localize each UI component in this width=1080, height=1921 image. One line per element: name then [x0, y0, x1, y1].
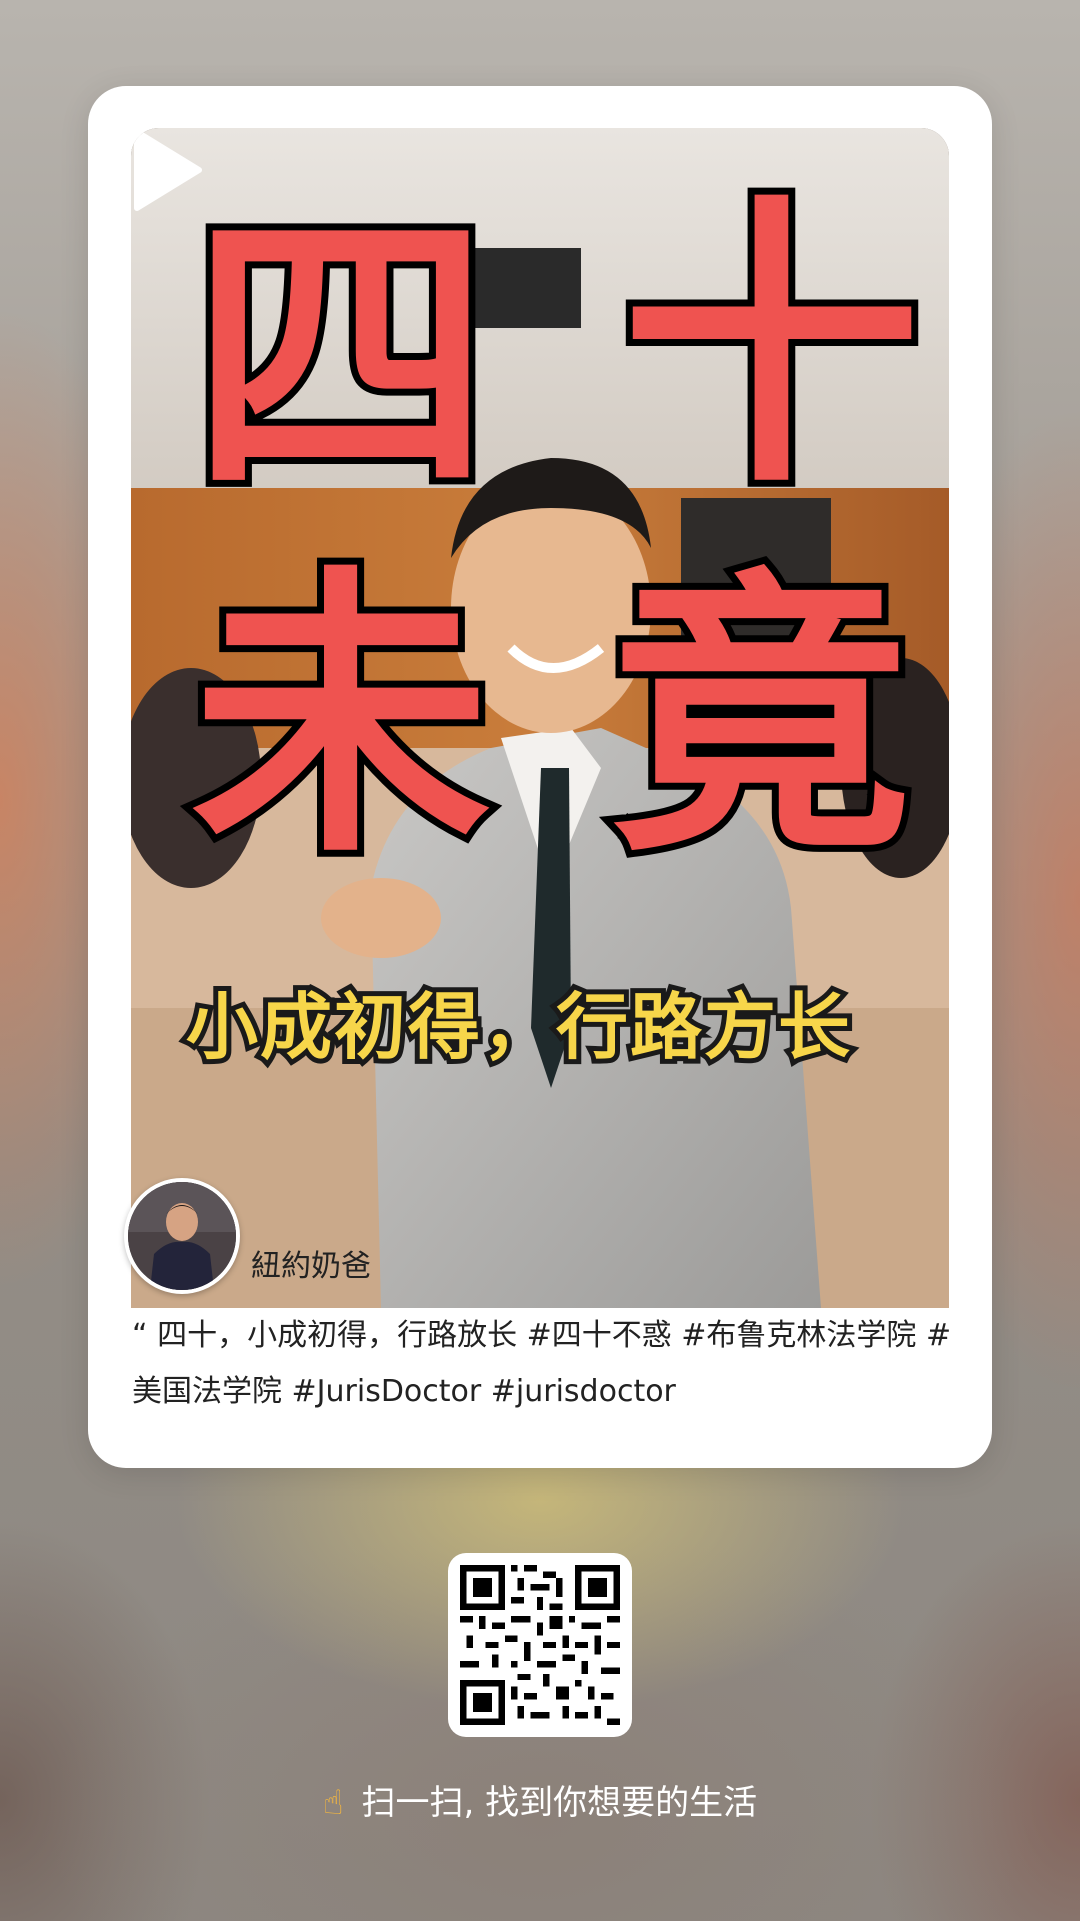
cover-char-4: 竟 — [604, 543, 918, 892]
avatar-image — [128, 1182, 236, 1290]
post-description: “ 四十，小成初得，行路放长 #四十不惑 #布鲁克林法学院 #美国法学院 #Ju… — [132, 1318, 952, 1409]
avatar[interactable] — [124, 1178, 240, 1294]
cover-char-2: 十 — [614, 173, 928, 522]
cover-subtitle: 小成初得，行路方长 — [181, 980, 855, 1074]
video-cover[interactable]: 四 十 未 竟 小成初得，行路方长 — [131, 128, 949, 1308]
share-card[interactable]: 四 十 未 竟 小成初得，行路方长 紐約奶爸 “ 四十，小成初得，行路放长 #四… — [88, 86, 992, 1468]
play-icon[interactable] — [131, 128, 203, 212]
scan-hint: ☝ 扫一扫, 找到你想要的生活 — [0, 1775, 1080, 1824]
qr-code[interactable] — [448, 1553, 632, 1737]
scan-hint-text: 扫一扫, 找到你想要的生活 — [361, 1783, 758, 1823]
qr-code-icon — [460, 1565, 620, 1725]
author-name[interactable]: 紐約奶爸 — [251, 1241, 371, 1285]
cover-char-1: 四 — [184, 183, 498, 532]
cover-char-3: 未 — [184, 543, 498, 892]
pointing-hand-icon: ☝ — [322, 1783, 344, 1823]
